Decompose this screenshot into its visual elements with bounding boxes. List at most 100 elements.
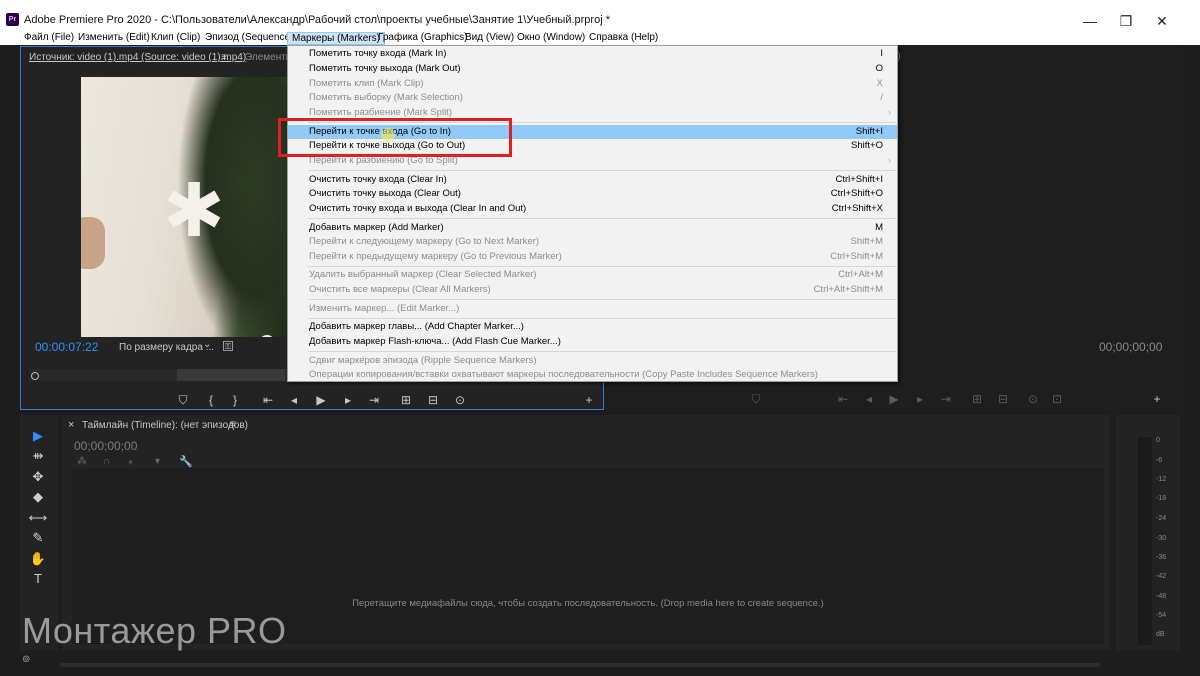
- marker-icon[interactable]: ▾: [155, 456, 160, 467]
- overwrite-icon[interactable]: ⊟: [426, 393, 440, 407]
- menu-item-mark-in[interactable]: Пометить точку входа (Mark In) I: [288, 47, 897, 61]
- type-tool-icon[interactable]: T: [28, 570, 48, 588]
- source-scrub-area[interactable]: [177, 369, 285, 381]
- menu-item-clear-all-markers[interactable]: Очистить все маркеры (Clear All Markers)…: [288, 283, 897, 297]
- selection-tool-icon[interactable]: ▶: [28, 427, 48, 445]
- pen-tool-icon[interactable]: ✎: [28, 529, 48, 547]
- source-timecode[interactable]: 00:00:07:22: [35, 340, 98, 354]
- program-lift-icon[interactable]: ⊞: [970, 392, 984, 406]
- menu-item-add-chapter-marker[interactable]: Добавить маркер главы... (Add Chapter Ma…: [288, 320, 897, 334]
- go-to-in-icon[interactable]: ⇤: [261, 393, 275, 407]
- menu-markers[interactable]: Маркеры (Markers): [287, 32, 385, 45]
- menu-item-clear-in[interactable]: Очистить точку входа (Clear In) Ctrl+Shif…: [288, 173, 897, 187]
- razor-tool-icon[interactable]: ◆: [28, 488, 48, 506]
- timeline-title[interactable]: Таймлайн (Timeline): (нет эпизодов): [82, 420, 248, 431]
- menu-window[interactable]: Окно (Window): [513, 32, 589, 45]
- elements-tab[interactable]: Элементы: [245, 52, 293, 63]
- wrench-icon[interactable]: 🔧: [179, 455, 193, 468]
- watermark-text: Монтажер PRO: [22, 610, 287, 651]
- program-go-to-in-icon[interactable]: ⇤: [836, 392, 850, 406]
- timeline-menu-icon[interactable]: ≡: [230, 419, 236, 430]
- linked-selection-icon[interactable]: ∩: [103, 456, 110, 467]
- program-extract-icon[interactable]: ⊟: [996, 392, 1010, 406]
- program-compare-icon[interactable]: ⊡: [1050, 392, 1064, 406]
- add-marker-timeline-icon[interactable]: ⁎: [128, 456, 133, 467]
- program-go-to-out-icon[interactable]: ⇥: [939, 392, 953, 406]
- close-button[interactable]: ✕: [1144, 12, 1180, 30]
- menu-item-copy-paste-markers[interactable]: Операции копирования/вставки охватывают …: [288, 368, 897, 382]
- source-tab-menu-icon[interactable]: ≡: [221, 52, 227, 63]
- add-button-icon[interactable]: +: [582, 393, 596, 407]
- program-export-frame-icon[interactable]: ⊙: [1026, 392, 1040, 406]
- menu-sequence[interactable]: Эпизод (Sequence): [201, 32, 297, 45]
- menu-edit[interactable]: Изменить (Edit): [74, 32, 154, 45]
- fit-dropdown-chevron-icon[interactable]: ⌄: [203, 339, 211, 350]
- audio-meters-panel: 0 -6 -12 -18 -24 -30 -36 -42 -48 -54 dB: [1116, 415, 1180, 650]
- meter-tick: -30: [1156, 535, 1167, 542]
- meter-tick: -24: [1156, 515, 1167, 522]
- menu-separator: [308, 266, 896, 267]
- hand-tool-icon[interactable]: ✋: [28, 550, 48, 568]
- menu-separator: [308, 218, 896, 219]
- menu-view[interactable]: Вид (View): [461, 32, 518, 45]
- slip-tool-icon[interactable]: ⟷: [28, 509, 48, 527]
- window-titlebar: Pr Adobe Premiere Pro 2020 - C:\Пользова…: [0, 0, 1200, 32]
- menu-item-clear-out[interactable]: Очистить точку выхода (Clear Out) Ctrl+Sh…: [288, 187, 897, 201]
- menu-help[interactable]: Справка (Help): [585, 32, 662, 45]
- menu-item-add-flash-cue-marker[interactable]: Добавить маркер Flash-ключа... (Add Flas…: [288, 335, 897, 349]
- go-to-out-icon[interactable]: ⇥: [367, 393, 381, 407]
- menu-item-mark-out[interactable]: Пометить точку выхода (Mark Out) O: [288, 62, 897, 76]
- meter-tick: dB: [1156, 631, 1165, 638]
- menu-item-clear-selected-marker[interactable]: Удалить выбранный маркер (Clear Selected…: [288, 268, 897, 282]
- menu-graphics[interactable]: Графика (Graphics): [374, 32, 471, 45]
- program-add-marker-icon[interactable]: ⛉: [749, 392, 763, 406]
- mouse-cursor-highlight: [381, 128, 395, 142]
- add-marker-icon[interactable]: ⛉: [176, 393, 190, 407]
- meter-tick: 0: [1156, 437, 1160, 444]
- source-playhead[interactable]: [31, 372, 39, 380]
- mark-out-icon[interactable]: }: [228, 393, 242, 407]
- step-forward-icon[interactable]: ▸: [341, 393, 355, 407]
- play-icon[interactable]: ▶: [314, 393, 328, 407]
- fit-dropdown[interactable]: По размеру кадра ...: [119, 342, 214, 353]
- export-frame-icon[interactable]: ⊙: [453, 393, 467, 407]
- meter-tick: -36: [1156, 554, 1167, 561]
- timeline-timecode[interactable]: 00;00;00;00: [74, 439, 137, 453]
- timeline-close-icon[interactable]: ×: [68, 419, 74, 431]
- menu-file[interactable]: Файл (File): [20, 32, 78, 45]
- snap-icon[interactable]: ⁂: [77, 456, 87, 467]
- menu-item-clear-in-out[interactable]: Очистить точку входа и выхода (Clear In …: [288, 202, 897, 216]
- source-transport-controls: ⛉ { } ⇤ ◂ ▶ ▸ ⇥ ⊞ ⊟ ⊙ +: [21, 393, 605, 407]
- premiere-app-icon: Pr: [6, 13, 19, 26]
- window-title: Adobe Premiere Pro 2020 - C:\Пользовател…: [24, 14, 610, 26]
- menu-clip[interactable]: Клип (Clip): [147, 32, 204, 45]
- menu-item-edit-marker[interactable]: Изменить маркер... (Edit Marker...): [288, 302, 897, 316]
- drop-media-placeholder: Перетащите медиафайлы сюда, чтобы создат…: [352, 598, 824, 609]
- source-tab[interactable]: Источник: video (1).mp4 (Source: video (…: [29, 52, 246, 63]
- audio-meter-bar: [1138, 437, 1152, 645]
- track-select-tool-icon[interactable]: ⇻: [28, 447, 48, 465]
- insert-icon[interactable]: ⊞: [399, 393, 413, 407]
- program-step-back-icon[interactable]: ◂: [862, 392, 876, 406]
- program-timecode[interactable]: 00;00;00;00: [1099, 340, 1162, 354]
- annotation-highlight-box: [278, 118, 512, 157]
- program-step-forward-icon[interactable]: ▸: [913, 392, 927, 406]
- mark-in-icon[interactable]: {: [204, 393, 218, 407]
- menu-item-add-marker[interactable]: Добавить маркер (Add Marker) M: [288, 221, 897, 235]
- menu-item-previous-marker[interactable]: Перейти к предыдущему маркеру (Go to Pre…: [288, 250, 897, 264]
- video-hand: [81, 217, 105, 269]
- menu-item-next-marker[interactable]: Перейти к следующему маркеру (Go to Next…: [288, 235, 897, 249]
- menu-separator: [308, 299, 896, 300]
- ripple-edit-tool-icon[interactable]: ✥: [28, 468, 48, 486]
- maximize-button[interactable]: ❐: [1108, 12, 1144, 30]
- status-bar: ⊚: [0, 654, 1200, 676]
- program-play-icon[interactable]: ▶: [887, 392, 901, 406]
- timeline-horizontal-scrollbar[interactable]: [60, 663, 1100, 667]
- menu-item-mark-selection[interactable]: Пометить выборку (Mark Selection) /: [288, 91, 897, 105]
- settings-icon[interactable]: ⚿: [223, 341, 233, 351]
- minimize-button[interactable]: —: [1072, 12, 1108, 30]
- program-add-button-icon[interactable]: +: [1150, 392, 1164, 406]
- step-back-icon[interactable]: ◂: [287, 393, 301, 407]
- menu-item-mark-clip[interactable]: Пометить клип (Mark Clip) X: [288, 77, 897, 91]
- menu-item-ripple-sequence-markers[interactable]: Сдвиг маркеров эпизода (Ripple Sequence …: [288, 354, 897, 368]
